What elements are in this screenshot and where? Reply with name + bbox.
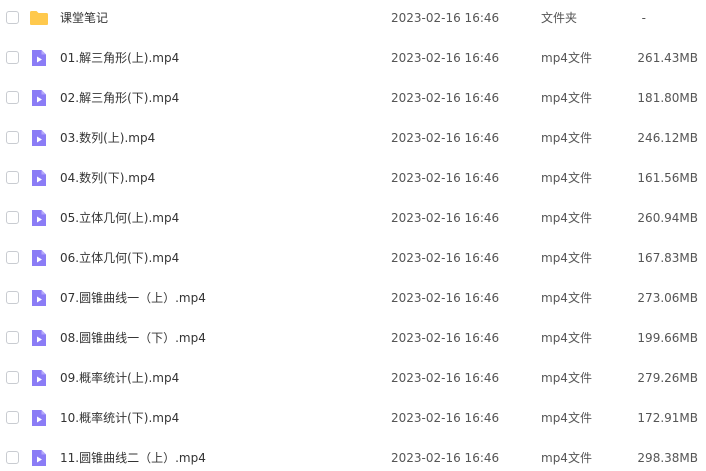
video-file-icon <box>29 368 49 388</box>
file-type: mp4文件 <box>541 51 592 65</box>
file-size: 260.94MB <box>637 211 698 225</box>
file-row[interactable]: 04.数列(下).mp4 2023-02-16 16:46 mp4文件 161.56M… <box>0 159 706 199</box>
file-row[interactable]: 09.概率统计(上).mp4 2023-02-16 16:46 mp4文件 279.2… <box>0 359 706 399</box>
video-file-icon <box>29 88 49 108</box>
row-checkbox[interactable] <box>6 251 19 264</box>
file-name[interactable]: 07.圆锥曲线一（上）.mp4 <box>60 290 206 306</box>
file-size: 161.56MB <box>637 171 698 185</box>
file-row[interactable]: 01.解三角形(上).mp4 2023-02-16 16:46 mp4文件 261.4… <box>0 39 706 79</box>
row-checkbox[interactable] <box>6 451 19 464</box>
file-size: 246.12MB <box>637 131 698 145</box>
file-type: mp4文件 <box>541 451 592 465</box>
file-type: mp4文件 <box>541 291 592 305</box>
modified-date: 2023-02-16 16:46 <box>391 331 500 345</box>
video-file-icon <box>29 408 49 428</box>
row-checkbox[interactable] <box>6 291 19 304</box>
file-name[interactable]: 09.概率统计(上).mp4 <box>60 370 179 386</box>
file-name[interactable]: 01.解三角形(上).mp4 <box>60 50 179 66</box>
file-type: mp4文件 <box>541 371 592 385</box>
file-type: mp4文件 <box>541 91 592 105</box>
modified-date: 2023-02-16 16:46 <box>391 411 500 425</box>
file-row[interactable]: 07.圆锥曲线一（上）.mp4 2023-02-16 16:46 mp4文件 273.… <box>0 279 706 319</box>
row-checkbox[interactable] <box>6 91 19 104</box>
file-row[interactable]: 08.圆锥曲线一（下）.mp4 2023-02-16 16:46 mp4文件 199.… <box>0 319 706 359</box>
file-type: 文件夹 <box>541 11 578 25</box>
video-file-icon <box>29 248 49 268</box>
file-name[interactable]: 11.圆锥曲线二（上）.mp4 <box>60 450 206 466</box>
video-file-icon <box>29 208 49 228</box>
file-size: - <box>641 11 646 25</box>
row-checkbox[interactable] <box>6 51 19 64</box>
file-row[interactable]: 11.圆锥曲线二（上）.mp4 2023-02-16 16:46 mp4文件 298.… <box>0 439 706 471</box>
file-row[interactable]: 02.解三角形(下).mp4 2023-02-16 16:46 mp4文件 181.8… <box>0 79 706 119</box>
video-file-icon <box>29 168 49 188</box>
row-checkbox[interactable] <box>6 131 19 144</box>
file-type: mp4文件 <box>541 411 592 425</box>
row-checkbox[interactable] <box>6 331 19 344</box>
file-row[interactable]: 05.立体几何(上).mp4 2023-02-16 16:46 mp4文件 260.9… <box>0 199 706 239</box>
row-checkbox[interactable] <box>6 171 19 184</box>
row-checkbox[interactable] <box>6 411 19 424</box>
folder-row[interactable]: 课堂笔记 2023-02-16 16:46 文件夹 - <box>0 0 706 39</box>
file-type: mp4文件 <box>541 331 592 345</box>
file-name[interactable]: 10.概率统计(下).mp4 <box>60 410 179 426</box>
video-file-icon <box>29 128 49 148</box>
file-name[interactable]: 05.立体几何(上).mp4 <box>60 210 179 226</box>
file-type: mp4文件 <box>541 171 592 185</box>
file-type: mp4文件 <box>541 251 592 265</box>
row-checkbox[interactable] <box>6 211 19 224</box>
file-size: 261.43MB <box>637 51 698 65</box>
file-name[interactable]: 02.解三角形(下).mp4 <box>60 90 179 106</box>
file-row[interactable]: 03.数列(上).mp4 2023-02-16 16:46 mp4文件 246.12M… <box>0 119 706 159</box>
modified-date: 2023-02-16 16:46 <box>391 171 500 185</box>
video-file-icon <box>29 448 49 468</box>
video-file-icon <box>29 328 49 348</box>
file-size: 167.83MB <box>637 251 698 265</box>
video-file-icon <box>29 288 49 308</box>
folder-icon <box>29 8 49 28</box>
file-name[interactable]: 课堂笔记 <box>60 10 108 26</box>
file-name[interactable]: 08.圆锥曲线一（下）.mp4 <box>60 330 206 346</box>
file-row[interactable]: 06.立体几何(下).mp4 2023-02-16 16:46 mp4文件 167.8… <box>0 239 706 279</box>
modified-date: 2023-02-16 16:46 <box>391 11 500 25</box>
modified-date: 2023-02-16 16:46 <box>391 51 500 65</box>
modified-date: 2023-02-16 16:46 <box>391 131 500 145</box>
modified-date: 2023-02-16 16:46 <box>391 211 500 225</box>
file-name[interactable]: 06.立体几何(下).mp4 <box>60 250 179 266</box>
file-type: mp4文件 <box>541 131 592 145</box>
video-file-icon <box>29 48 49 68</box>
file-type: mp4文件 <box>541 211 592 225</box>
file-size: 172.91MB <box>637 411 698 425</box>
file-size: 181.80MB <box>637 91 698 105</box>
row-checkbox[interactable] <box>6 371 19 384</box>
modified-date: 2023-02-16 16:46 <box>391 91 500 105</box>
modified-date: 2023-02-16 16:46 <box>391 371 500 385</box>
file-size: 273.06MB <box>637 291 698 305</box>
file-size: 199.66MB <box>637 331 698 345</box>
modified-date: 2023-02-16 16:46 <box>391 291 500 305</box>
file-list: 课堂笔记 2023-02-16 16:46 文件夹 - 01.解三角形(上).mp4 20… <box>0 0 706 471</box>
file-name[interactable]: 03.数列(上).mp4 <box>60 130 155 146</box>
file-size: 279.26MB <box>637 371 698 385</box>
file-size: 298.38MB <box>637 451 698 465</box>
row-checkbox[interactable] <box>6 11 19 24</box>
file-row[interactable]: 10.概率统计(下).mp4 2023-02-16 16:46 mp4文件 172.9… <box>0 399 706 439</box>
file-name[interactable]: 04.数列(下).mp4 <box>60 170 155 186</box>
modified-date: 2023-02-16 16:46 <box>391 451 500 465</box>
modified-date: 2023-02-16 16:46 <box>391 251 500 265</box>
